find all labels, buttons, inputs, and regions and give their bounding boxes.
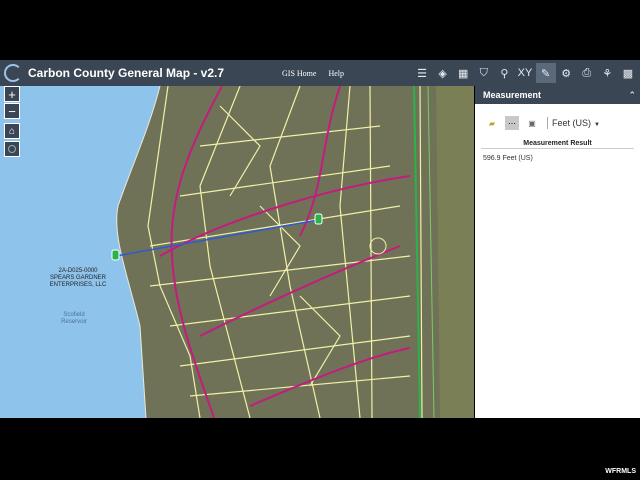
map-view[interactable]: + − ⌂ 2A-D025-0000 SPEARS GARDNER ENTERPRI… — [0, 86, 474, 418]
cul-de-sac — [369, 237, 387, 255]
basemap-gallery-icon[interactable]: ▦ — [453, 63, 473, 83]
measure-start-marker — [111, 249, 120, 261]
result-value: 596.9 Feet (US) — [483, 155, 533, 162]
parcel-lines — [147, 86, 423, 418]
header-links: GIS Home Help — [282, 60, 356, 86]
legend-icon[interactable]: ☰ — [412, 63, 432, 83]
units-dropdown[interactable]: Feet (US) ▼ — [552, 118, 600, 128]
share-icon[interactable]: ⚘ — [597, 63, 617, 83]
app-title: Carbon County General Map - v2.7 — [28, 66, 225, 80]
measurement-panel: Measurement ⌃ ▰ ⋯ ▣ Feet (US) ▼ Measureme… — [475, 86, 640, 418]
highway — [413, 86, 421, 418]
parcel-label: 2A-D025-0000 SPEARS GARDNER ENTERPRISES, L… — [49, 268, 107, 288]
locate-button[interactable] — [4, 141, 20, 157]
search-icon[interactable]: ⚲ — [494, 63, 514, 83]
home-button[interactable]: ⌂ — [4, 123, 20, 139]
watermark: WFRMLS — [605, 468, 636, 475]
map-canvas[interactable] — [0, 86, 474, 418]
measure-line — [115, 219, 319, 257]
tool-separator — [547, 117, 548, 129]
zoom-in-button[interactable]: + — [4, 86, 20, 102]
home-icon: ⌂ — [8, 125, 16, 137]
bookmark-icon[interactable]: ⛉ — [474, 63, 494, 83]
panel-header: Measurement ⌃ — [475, 86, 640, 104]
measure-end-marker — [314, 213, 323, 225]
highway-edge — [427, 86, 435, 418]
toolbar: ☰ ◈ ▦ ⛉ ⚲ XY ✎ ⚙ ⎙ ⚘ ▩ — [412, 60, 639, 86]
print-options-icon[interactable]: ⚙ — [556, 63, 576, 83]
collapse-icon[interactable]: ⌃ — [628, 90, 636, 101]
panel-title: Measurement — [483, 90, 542, 100]
print-icon[interactable]: ⎙ — [577, 63, 597, 83]
measure-tools: ▰ ⋯ ▣ Feet (US) ▼ — [475, 104, 640, 134]
water-label: Scofield Reservoir — [61, 312, 87, 325]
coordinate-icon[interactable]: XY — [515, 63, 535, 83]
zoom-controls: + − — [4, 86, 20, 120]
measure-icon[interactable]: ✎ — [535, 63, 556, 83]
area-tool-icon[interactable]: ▰ — [485, 116, 499, 130]
app-header: Carbon County General Map - v2.7 GIS Hom… — [0, 60, 640, 86]
zoom-out-button[interactable]: − — [4, 103, 20, 119]
app-logo-icon — [4, 64, 22, 82]
help-link[interactable]: Help — [328, 69, 344, 78]
gis-home-link[interactable]: GIS Home — [282, 69, 316, 78]
right-field — [436, 86, 474, 418]
result-heading: Measurement Result — [481, 140, 634, 149]
chevron-down-icon: ▼ — [594, 122, 600, 128]
units-value: Feet (US) — [552, 118, 592, 128]
location-tool-icon[interactable]: ▣ — [525, 116, 539, 130]
locate-icon — [8, 145, 16, 153]
distance-tool-icon[interactable]: ⋯ — [505, 116, 519, 130]
layers-icon[interactable]: ◈ — [433, 63, 453, 83]
grid-icon[interactable]: ▩ — [618, 63, 638, 83]
